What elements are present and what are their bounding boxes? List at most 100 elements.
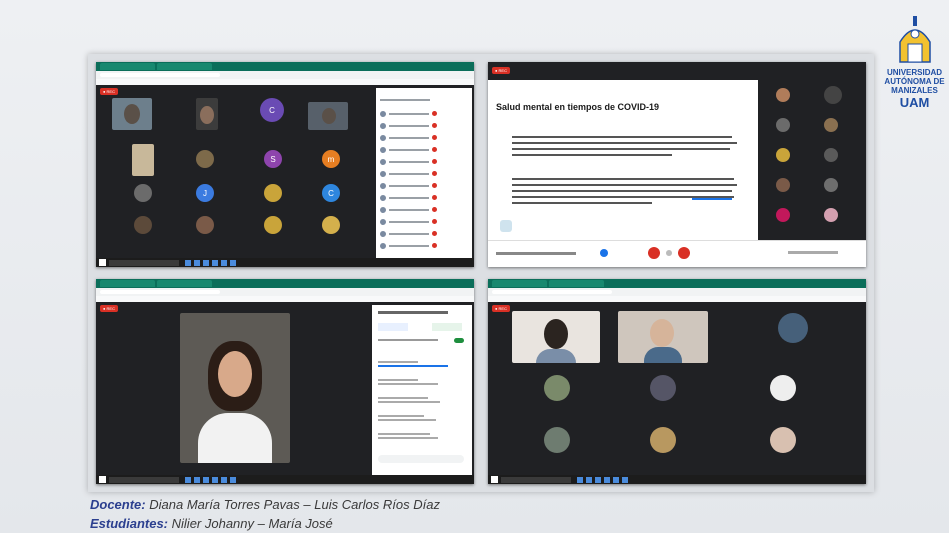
participant-photo (770, 427, 796, 453)
recording-badge: ● REC (492, 67, 510, 74)
slide-accent-line (692, 198, 732, 200)
address-bar[interactable] (96, 71, 474, 79)
participant-avatar: C (260, 98, 284, 122)
participant-photo (824, 118, 838, 132)
participant-avatar (776, 208, 790, 222)
participant-avatar: C (322, 184, 340, 202)
participant-photo (824, 86, 842, 104)
logo-abbr: UAM (899, 95, 930, 110)
slide-text-line (512, 136, 732, 138)
chat-message (378, 419, 436, 421)
slide-text-line (512, 154, 672, 156)
windows-taskbar (96, 475, 474, 484)
taskbar-search[interactable] (109, 259, 179, 266)
docente-label: Docente: (90, 497, 146, 512)
meet-window-grid: ● REC C S m J C (96, 62, 474, 267)
video-tile[interactable] (308, 102, 348, 130)
tab-participants[interactable] (378, 323, 408, 331)
chat-input[interactable] (378, 455, 464, 463)
participant-photo (134, 184, 152, 202)
chat-header (378, 311, 448, 314)
video-tile[interactable] (512, 311, 600, 363)
participant-photo (824, 178, 838, 192)
meet-window-speaker: ● REC (96, 279, 474, 484)
speaker-video[interactable] (180, 313, 290, 463)
logo-line-2: AUTÓNOMA DE (884, 77, 945, 86)
video-tile[interactable] (618, 311, 708, 363)
chat-message (378, 379, 418, 381)
windows-start-icon[interactable] (491, 476, 498, 483)
windows-taskbar (488, 475, 866, 484)
participant-photo (776, 88, 790, 102)
chat-toggle[interactable] (454, 338, 464, 343)
slide-text-line (512, 178, 734, 180)
participant-row[interactable] (380, 122, 437, 129)
windows-start-icon[interactable] (99, 259, 106, 266)
chat-message (378, 437, 438, 439)
recording-badge: ● REC (100, 88, 118, 95)
windows-start-icon[interactable] (99, 476, 106, 483)
participant-photo (824, 208, 838, 222)
meet-window-grid-2: ● REC (488, 279, 866, 484)
chat-message (378, 401, 440, 403)
participant-row[interactable] (380, 218, 437, 225)
participant-photo (264, 184, 282, 202)
participant-photo (824, 148, 838, 162)
docente-names: Diana María Torres Pavas – Luis Carlos R… (149, 497, 440, 512)
chat-message (378, 397, 428, 399)
slide-text-line (512, 148, 730, 150)
slide-text-line (512, 202, 652, 204)
slide-text-line (512, 142, 737, 144)
participant-row[interactable] (380, 206, 437, 213)
taskbar-search[interactable] (501, 476, 571, 483)
mic-off-button[interactable] (648, 247, 660, 259)
browser-tab[interactable] (549, 280, 604, 287)
more-options-icon[interactable] (666, 250, 672, 256)
chat-message (378, 383, 438, 385)
participant-row[interactable] (380, 134, 437, 141)
participant-row[interactable] (380, 230, 437, 237)
participant-row[interactable] (380, 194, 437, 201)
video-tile[interactable] (132, 144, 154, 176)
slide-area: Salud mental en tiempos de COVID-19 (488, 80, 758, 240)
shield-icon[interactable] (600, 249, 608, 257)
participant-row[interactable] (380, 182, 437, 189)
participant-avatar: m (322, 150, 340, 168)
video-tile[interactable] (196, 98, 218, 130)
logo-line-3: MANIZALES (891, 86, 938, 95)
tab-chat[interactable] (432, 323, 462, 331)
address-bar[interactable] (96, 288, 474, 296)
browser-tab[interactable] (157, 280, 212, 287)
end-call-button[interactable] (678, 247, 690, 259)
participant-row[interactable] (380, 146, 437, 153)
chat-message (378, 415, 424, 417)
browser-tab[interactable] (100, 63, 155, 70)
participant-row[interactable] (380, 158, 437, 165)
browser-tab[interactable] (492, 280, 547, 287)
participant-photo (650, 375, 676, 401)
estudiantes-names: Nilier Johanny – María José (171, 516, 333, 531)
panel-header (380, 96, 430, 103)
address-bar[interactable] (488, 288, 866, 296)
browser-tabbar (488, 279, 866, 288)
recording-badge: ● REC (100, 305, 118, 312)
participant-row[interactable] (380, 242, 437, 249)
presentation-label (788, 251, 838, 254)
browser-tabbar (96, 62, 474, 71)
chat-link[interactable] (378, 365, 448, 367)
chat-setting-label (378, 339, 438, 341)
participant-row[interactable] (380, 170, 437, 177)
slide-title: Salud mental en tiempos de COVID-19 (496, 102, 660, 112)
browser-tab[interactable] (157, 63, 212, 70)
chat-panel (372, 305, 472, 475)
participant-row[interactable] (380, 110, 437, 117)
speaker-shirt (198, 413, 272, 463)
browser-tab[interactable] (100, 280, 155, 287)
meeting-name (496, 252, 576, 255)
presenter-bar (488, 62, 866, 80)
taskbar-search[interactable] (109, 476, 179, 483)
video-tile[interactable] (112, 98, 152, 130)
meet-controls-bar (488, 240, 866, 267)
bookmarks-bar (96, 296, 474, 302)
slide-text-line (512, 190, 732, 192)
